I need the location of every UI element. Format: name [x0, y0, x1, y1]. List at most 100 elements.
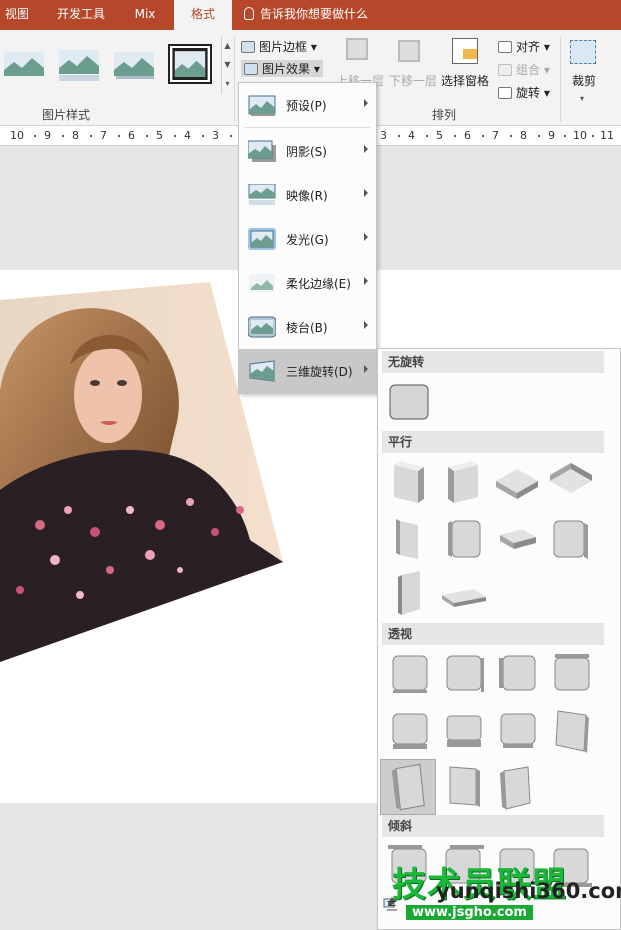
glow-icon — [248, 228, 276, 250]
menu-item-glow[interactable]: 发光(G) — [239, 217, 376, 261]
rotation-parallel-2[interactable] — [438, 457, 488, 507]
section-perspective: 透视 — [382, 623, 604, 645]
3d-rotation-icon — [249, 360, 275, 382]
border-icon — [241, 41, 255, 53]
ruler-number: 3 — [212, 129, 219, 142]
tell-me-box[interactable]: 告诉我你想要做什么 — [244, 0, 368, 30]
rotation-perspective-6[interactable] — [438, 705, 488, 755]
reflection-icon — [248, 184, 276, 205]
section-no-rotation: 无旋转 — [382, 351, 604, 373]
bevel-icon — [248, 316, 276, 338]
group-button[interactable]: 组合 ▾ — [498, 61, 550, 78]
chevron-right-icon — [364, 233, 368, 241]
ruler-number: 11 — [600, 129, 614, 142]
chevron-right-icon — [364, 189, 368, 197]
picture-styles-group-label: 图片样式 — [42, 108, 91, 122]
ribbon-tab-bar: 视图 开发工具 Mix 格式 告诉我你想要做什么 — [0, 0, 621, 31]
ruler-number: 4 — [408, 129, 415, 142]
ruler-number: 7 — [492, 129, 499, 142]
lightbulb-icon — [244, 7, 254, 20]
send-backward-button[interactable]: 下移一层 — [389, 72, 437, 89]
picture-style-4[interactable] — [168, 44, 212, 84]
ruler-number: 8 — [520, 129, 527, 142]
rotation-parallel-10[interactable] — [438, 569, 488, 619]
rotation-perspective-5[interactable] — [384, 705, 434, 755]
rotation-perspective-7[interactable] — [492, 705, 542, 755]
menu-item-shadow[interactable]: 阴影(S) — [239, 129, 376, 173]
ruler-number: 7 — [100, 129, 107, 142]
rotation-perspective-8[interactable] — [546, 705, 596, 755]
picture-effects-menu: 预设(P) 阴影(S) 映像(R) 发光(G) 柔化边缘(E) 棱台(B) 三维… — [238, 82, 377, 394]
crop-dropdown-icon[interactable]: ▾ — [580, 94, 584, 103]
rotation-none[interactable] — [384, 377, 434, 427]
rotation-perspective-3[interactable] — [492, 649, 542, 699]
group-icon — [498, 64, 512, 76]
ruler-number: 8 — [72, 129, 79, 142]
ruler-number: 4 — [184, 129, 191, 142]
align-button[interactable]: 对齐 ▾ — [498, 38, 550, 55]
chevron-right-icon — [364, 321, 368, 329]
selection-pane-icon — [452, 38, 478, 64]
section-oblique: 倾斜 — [382, 815, 604, 837]
tab-view[interactable]: 视图 — [0, 0, 34, 30]
gallery-more-icon[interactable]: ▾ — [222, 74, 233, 93]
menu-item-preset[interactable]: 预设(P) — [239, 83, 376, 127]
style-gallery-scroll[interactable]: ▲ ▼ ▾ — [221, 36, 233, 94]
ruler-number: 10 — [10, 129, 24, 142]
rotation-perspective-1[interactable] — [384, 649, 434, 699]
picture-style-3[interactable] — [112, 44, 156, 84]
menu-item-reflection[interactable]: 映像(R) — [239, 173, 376, 217]
selection-pane-button[interactable]: 选择窗格 — [441, 72, 489, 89]
gallery-up-icon[interactable]: ▲ — [222, 36, 233, 55]
section-parallel: 平行 — [382, 431, 604, 453]
group-separator — [234, 36, 235, 122]
crop-icon — [570, 40, 596, 64]
send-backward-icon — [398, 40, 420, 62]
ruler-number: 5 — [436, 129, 443, 142]
ruler-number: 9 — [548, 129, 555, 142]
tab-mix[interactable]: Mix — [126, 0, 164, 30]
menu-item-soft-edges[interactable]: 柔化边缘(E) — [239, 261, 376, 305]
rotation-perspective-2[interactable] — [438, 649, 488, 699]
rotation-parallel-1[interactable] — [384, 457, 434, 507]
gallery-down-icon[interactable]: ▼ — [222, 55, 233, 74]
3d-rotation-gallery: 无旋转 平行 透视 倾斜 — [377, 348, 621, 930]
rotation-parallel-3[interactable] — [492, 457, 542, 507]
chevron-right-icon — [364, 365, 368, 373]
chevron-right-icon — [364, 99, 368, 107]
arrange-group-label: 排列 — [432, 108, 457, 122]
shadow-icon — [248, 140, 276, 162]
crop-button[interactable]: 裁剪 — [572, 72, 596, 89]
picture-effects-button[interactable]: 图片效果 ▾ — [241, 60, 323, 77]
picture-style-2[interactable] — [57, 44, 101, 84]
rotation-parallel-4[interactable] — [546, 457, 596, 507]
tab-format[interactable]: 格式 — [174, 0, 232, 31]
ruler-number: 6 — [128, 129, 135, 142]
preset-icon — [248, 95, 276, 116]
rotation-parallel-8[interactable] — [546, 513, 596, 563]
align-icon — [498, 41, 512, 53]
group-separator — [560, 36, 561, 122]
picture-border-button[interactable]: 图片边框 ▾ — [241, 38, 317, 55]
rotation-perspective-10[interactable] — [438, 761, 488, 811]
watermark: 技术员联盟 yunqishi360.com www.jsgho.com — [392, 857, 621, 930]
menu-item-bevel[interactable]: 棱台(B) — [239, 305, 376, 349]
chevron-right-icon — [364, 277, 368, 285]
rotation-perspective-9[interactable] — [380, 759, 436, 815]
bring-forward-icon — [346, 38, 368, 60]
ruler-number: 6 — [464, 129, 471, 142]
rotation-perspective-4[interactable] — [546, 649, 596, 699]
rotation-perspective-11[interactable] — [492, 763, 542, 813]
rotation-parallel-5[interactable] — [384, 513, 434, 563]
menu-item-3d-rotation[interactable]: 三维旋转(D) — [239, 349, 376, 393]
rotation-parallel-7[interactable] — [492, 513, 542, 563]
tab-developer[interactable]: 开发工具 — [50, 0, 112, 30]
effects-icon — [244, 63, 258, 75]
rotation-parallel-9[interactable] — [384, 569, 434, 619]
picture-style-1[interactable] — [2, 44, 46, 84]
rotation-parallel-6[interactable] — [438, 513, 488, 563]
ruler-number: 10 — [573, 129, 587, 142]
tell-me-text: 告诉我你想要做什么 — [260, 7, 369, 21]
rotate-button[interactable]: 旋转 ▾ — [498, 84, 550, 101]
chevron-right-icon — [364, 145, 368, 153]
